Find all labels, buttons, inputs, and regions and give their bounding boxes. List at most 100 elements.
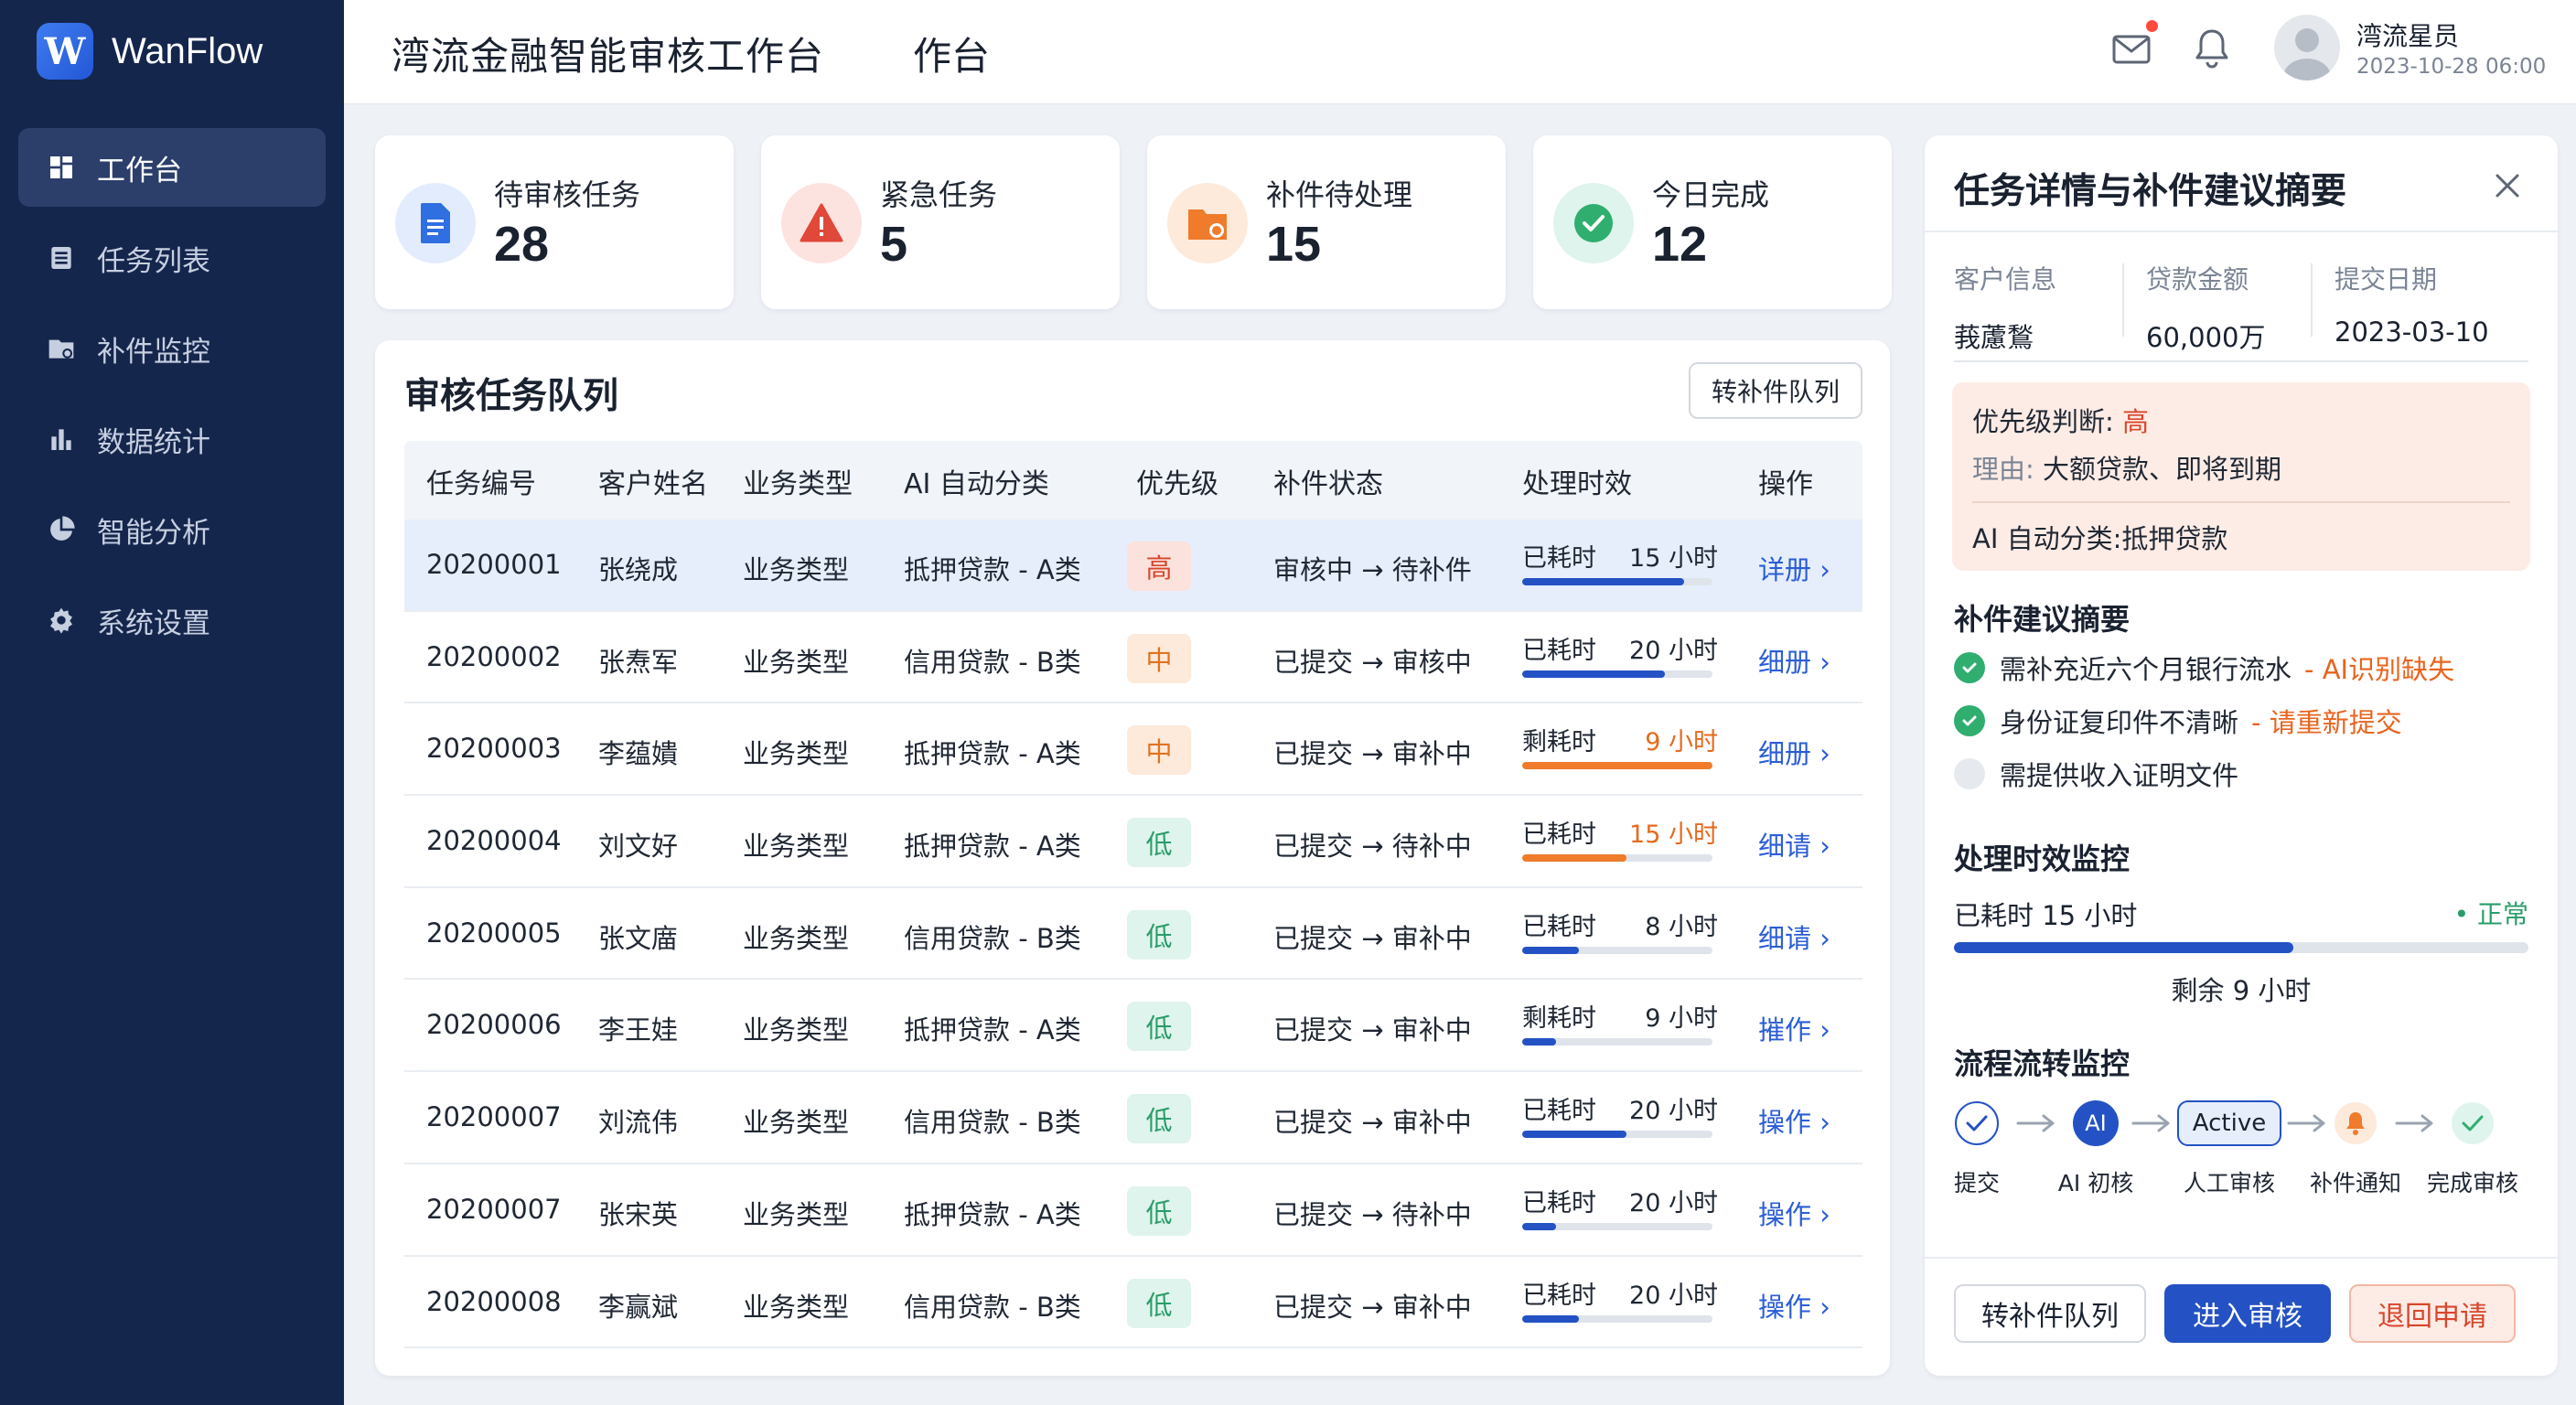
time-label: 已耗时 xyxy=(1522,544,1596,573)
flow-step-ai[interactable]: AI xyxy=(2073,1100,2119,1146)
customer-name: 李蕴嬇 xyxy=(598,738,679,770)
flow-step-notify[interactable] xyxy=(2333,1100,2378,1146)
row-action-link[interactable]: 摧作 › xyxy=(1758,1009,1830,1047)
row-action-label: 操作 xyxy=(1758,1198,1812,1230)
customer-name: 张宋英 xyxy=(598,1198,679,1230)
row-action-link[interactable]: 操作 › xyxy=(1758,1101,1830,1140)
bell-icon[interactable] xyxy=(2192,27,2232,70)
sidebar-item-supplement-monitor[interactable]: 补件监控 xyxy=(18,309,326,388)
sidebar: W WanFlow 工作台 任务列表 补件监控 数据统计 智能分析 系统设置 xyxy=(0,0,344,1405)
flow-step-active[interactable]: Active xyxy=(2177,1100,2281,1146)
ai-classification: AI 自动分类:抵押贷款 xyxy=(1972,523,2228,554)
business-type: 业务类型 xyxy=(743,646,850,678)
stat-label: 今日完成 xyxy=(1652,177,1770,212)
gear-icon xyxy=(46,605,77,636)
time-progress-bar xyxy=(1522,670,1712,678)
column-header[interactable]: 补件状态 xyxy=(1273,461,1383,501)
mail-icon[interactable] xyxy=(2111,31,2152,68)
divider xyxy=(1954,360,2528,362)
stat-card-completed[interactable]: 今日完成 12 xyxy=(1533,135,1892,309)
row-action-link[interactable]: 操作 › xyxy=(1758,1286,1830,1325)
ai-classification: 信用贷款 - B类 xyxy=(904,1291,1081,1323)
sidebar-item-tasks[interactable]: 任务列表 xyxy=(18,219,326,297)
customer-info: 客户信息 莪藘鶖 xyxy=(1954,260,2056,355)
table-row[interactable]: 20200005 张文庿 业务类型 信用贷款 - B类 低 已提交 → 审补中 已耗时 8 小… xyxy=(404,888,1862,981)
stat-value: 15 xyxy=(1266,217,1322,272)
ai-classification: 抵押贷款 - A类 xyxy=(904,554,1081,585)
row-action-label: 摧作 xyxy=(1758,1014,1812,1046)
column-header[interactable]: 业务类型 xyxy=(743,461,853,501)
task-id: 20200003 xyxy=(426,733,562,765)
supplement-status: 已提交 → 审补中 xyxy=(1273,1014,1472,1046)
chevron-right-icon: › xyxy=(1811,831,1830,863)
flow-step-label: 补件通知 xyxy=(2309,1170,2401,1196)
user-name: 湾流星员 xyxy=(2356,21,2460,51)
customer-info-label: 客户信息 xyxy=(1954,264,2057,295)
sidebar-item-workbench[interactable]: 工作台 xyxy=(18,128,326,207)
logo-mark-icon: W xyxy=(37,23,93,80)
suggestion-item[interactable]: 需补充近六个月银行流水 - AI识别缺失 xyxy=(1954,649,2454,686)
submit-date-label: 提交日期 xyxy=(2334,264,2438,295)
table-row[interactable]: 20200003 李蕴嬇 业务类型 抵押贷款 - A类 中 已提交 → 审补中 剩耗时 9 小… xyxy=(404,703,1862,797)
sidebar-item-analysis[interactable]: 智能分析 xyxy=(18,490,326,569)
header-timestamp: 2023-10-28 06:00 xyxy=(2356,55,2547,79)
divider xyxy=(1925,1257,2558,1259)
sidebar-item-label: 智能分析 xyxy=(97,516,210,550)
suggestion-item[interactable]: 需提供收入证明文件 xyxy=(1954,756,2238,792)
time-label: 已耗时 xyxy=(1522,1188,1596,1217)
column-header[interactable]: 操作 xyxy=(1758,461,1813,501)
table-row[interactable]: 20200008 李赢斌 业务类型 信用贷款 - B类 低 已提交 → 审补中 已耗时 20 … xyxy=(404,1257,1862,1349)
time-hours: 20 小时 xyxy=(1629,636,1718,665)
column-header[interactable]: 客户姓名 xyxy=(598,461,708,501)
task-detail-panel: 任务详情与补件建议摘要 客户信息 莪藘鶖 贷款金额 60,000万 提交日期 2… xyxy=(1925,135,2558,1376)
transfer-supplement-queue-button[interactable]: 转补件队列 xyxy=(1954,1284,2146,1343)
table-row[interactable]: 20200001 张绕成 业务类型 抵押贷款 - A类 高 审核中 → 待补件 已耗时 15 … xyxy=(404,520,1862,612)
column-header[interactable]: AI 自动分类 xyxy=(904,461,1049,501)
table-row[interactable]: 20200007 刘流伟 业务类型 信用贷款 - B类 低 已提交 → 审补中 已耗时 20 … xyxy=(404,1072,1862,1164)
stat-card-pending[interactable]: 待审核任务 28 xyxy=(375,135,734,309)
time-label: 已耗时 xyxy=(1522,1281,1596,1310)
priority-badge: 低 xyxy=(1127,909,1191,960)
detail-title: 任务详情与补件建议摘要 xyxy=(1954,171,2347,212)
table-row[interactable]: 20200006 李王娃 业务类型 抵押贷款 - A类 低 已提交 → 审补中 剩耗时 9 小… xyxy=(404,980,1862,1073)
suggestion-item[interactable]: 身份证复印件不清晰 - 请重新提交 xyxy=(1954,702,2402,739)
stat-card-urgent[interactable]: 紧急任务 5 xyxy=(761,135,1120,309)
column-header[interactable]: 任务编号 xyxy=(426,461,536,501)
time-progress-fill xyxy=(1522,1038,1557,1046)
close-icon[interactable] xyxy=(2490,168,2525,203)
row-action-link[interactable]: 细请 › xyxy=(1758,825,1830,863)
time-label: 剩耗时 xyxy=(1522,728,1596,757)
time-hours: 9 小时 xyxy=(1645,728,1718,757)
transfer-supplement-queue-button[interactable]: 转补件队列 xyxy=(1689,362,1862,419)
column-header[interactable]: 优先级 xyxy=(1136,461,1218,501)
flow-step-label: 提交 xyxy=(1954,1170,2001,1196)
stat-card-supplement[interactable]: 补件待处理 15 xyxy=(1147,135,1506,309)
bar-chart-icon xyxy=(46,424,77,455)
table-row[interactable]: 20200007 张宋英 业务类型 抵押贷款 - A类 低 已提交 → 待补中 已耗时 20 … xyxy=(404,1164,1862,1257)
row-action-label: 详册 xyxy=(1758,554,1812,585)
row-action-link[interactable]: 细册 › xyxy=(1758,733,1830,771)
app-logo[interactable]: W WanFlow xyxy=(37,22,263,80)
priority-badge: 低 xyxy=(1127,1185,1191,1236)
sidebar-item-settings[interactable]: 系统设置 xyxy=(18,581,326,660)
sidebar-item-statistics[interactable]: 数据统计 xyxy=(18,400,326,478)
priority-judgment-box: 优先级判断: 高 理由: 大额贷款、即将到期 AI 自动分类:抵押贷款 xyxy=(1952,382,2530,571)
table-row[interactable]: 20200002 张焘军 业务类型 信用贷款 - B类 中 已提交 → 审核中 已耗时 20 … xyxy=(404,612,1862,704)
return-application-button[interactable]: 退回申请 xyxy=(2349,1284,2516,1343)
row-action-link[interactable]: 细册 › xyxy=(1758,641,1830,680)
flow-step-complete[interactable] xyxy=(2450,1100,2496,1146)
row-action-link[interactable]: 详册 › xyxy=(1758,549,1830,587)
supplement-status: 已提交 → 审补中 xyxy=(1273,1107,1472,1139)
time-progress-bar xyxy=(1522,1222,1712,1230)
table-row[interactable]: 20200004 刘文好 业务类型 抵押贷款 - A类 低 已提交 → 待补中 已耗时 15 … xyxy=(404,796,1862,888)
row-action-link[interactable]: 操作 › xyxy=(1758,1194,1830,1232)
column-header[interactable]: 处理时效 xyxy=(1522,461,1632,501)
ai-classification: 抵押贷款 - A类 xyxy=(904,1198,1081,1230)
priority-badge: 低 xyxy=(1127,818,1191,868)
enter-review-button[interactable]: 进入审核 xyxy=(2164,1284,2331,1343)
avatar[interactable] xyxy=(2274,15,2340,80)
time-progress-bar xyxy=(1522,854,1712,863)
row-action-link[interactable]: 细请 › xyxy=(1758,917,1830,956)
priority-badge: 高 xyxy=(1127,542,1191,591)
flow-step-submit[interactable] xyxy=(1954,1100,2000,1146)
